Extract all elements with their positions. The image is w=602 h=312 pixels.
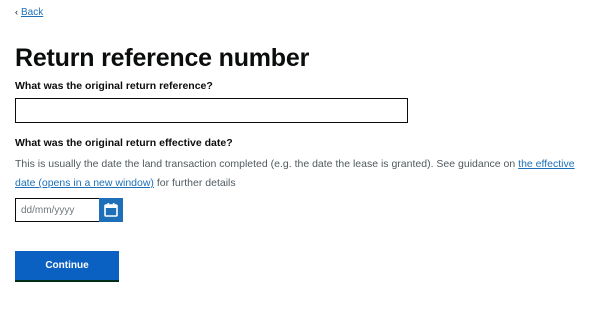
- chevron-left-icon: ‹: [15, 7, 18, 17]
- back-link[interactable]: ‹ Back: [15, 7, 43, 18]
- date-picker: [15, 198, 123, 222]
- effective-date-input[interactable]: [15, 198, 99, 222]
- continue-button[interactable]: Continue: [15, 251, 119, 280]
- hint-text-before: This is usually the date the land transa…: [15, 158, 519, 170]
- calendar-icon: [104, 203, 118, 217]
- reference-label: What was the original return reference?: [15, 80, 213, 92]
- calendar-button[interactable]: [99, 198, 123, 222]
- effective-date-hint: This is usually the date the land transa…: [15, 155, 595, 193]
- hint-text-after: for further details: [153, 177, 236, 189]
- back-link-label: Back: [21, 7, 44, 18]
- effective-date-label: What was the original return effective d…: [15, 137, 233, 149]
- reference-input[interactable]: [15, 98, 408, 123]
- page-title: Return reference number: [15, 44, 310, 72]
